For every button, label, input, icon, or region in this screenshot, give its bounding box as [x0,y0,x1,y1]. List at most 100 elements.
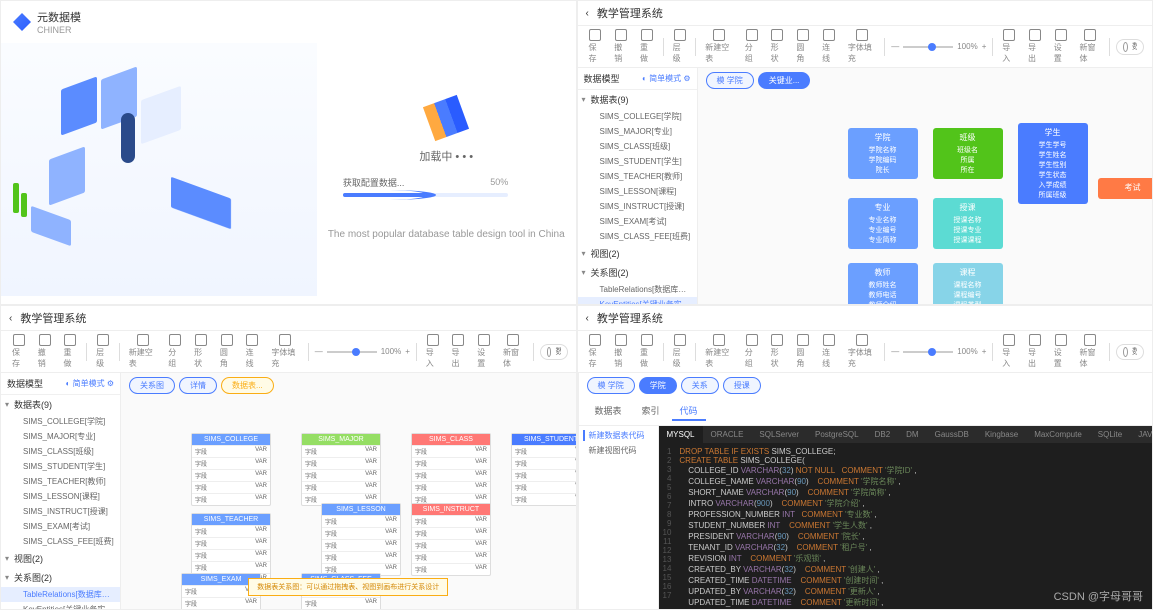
tree-item[interactable]: SIMS_STUDENT[学生] [578,154,697,169]
db-tab-DB2[interactable]: DB2 [867,426,899,443]
table-card[interactable]: SIMS_COLLEGE字段VAR字段VAR字段VAR字段VAR字段VAR [191,433,271,506]
tool-导出[interactable]: 导出 [1025,29,1045,64]
tab-table[interactable]: 数据表 [587,402,630,421]
tree-item[interactable]: KeyEntities[关键业务实体] [1,602,120,610]
tool-层级[interactable]: 层级 [93,334,113,369]
tool-连线[interactable]: 连线 [819,334,839,369]
chip-college[interactable]: 模 学院 [706,72,754,89]
tool-导入[interactable]: 导入 [999,29,1019,64]
tool-分组[interactable]: 分组 [742,29,762,64]
table-card[interactable]: SIMS_INSTRUCT字段VAR字段VAR字段VAR字段VAR字段VAR [411,503,491,576]
tree-item[interactable]: TableRelations[数据库关系图] [1,587,120,602]
tool-重做[interactable]: 重做 [61,334,81,369]
zoom-slider[interactable]: — 100% + [891,347,986,356]
tool-连线[interactable]: 连线 [243,334,263,369]
tree-item[interactable]: SIMS_LESSON[课程] [1,489,120,504]
tool-新建空表[interactable]: 新建空表 [126,334,160,369]
search-input[interactable] [1116,39,1144,55]
db-tab-MaxCompute[interactable]: MaxCompute [1026,426,1090,443]
group-views[interactable]: 视图(2) [578,244,697,263]
tool-导入[interactable]: 导入 [423,334,443,369]
node-课程[interactable]: 课程课程名称课程编号课程类型学分 [933,263,1003,305]
tool-圆角[interactable]: 圆角 [793,29,813,64]
zoom-slider[interactable]: — 100% + [891,42,986,51]
tool-形状[interactable]: 形状 [191,334,211,369]
tool-导出[interactable]: 导出 [449,334,469,369]
tree-item[interactable]: SIMS_COLLEGE[学院] [578,109,697,124]
tool-字体填充[interactable]: 字体填充 [845,334,879,369]
tool-保存[interactable]: 保存 [586,29,606,64]
tool-导入[interactable]: 导入 [999,334,1019,369]
tool-新窗体[interactable]: 新窗体 [1077,334,1104,369]
tree-item[interactable]: SIMS_MAJOR[专业] [578,124,697,139]
tool-层级[interactable]: 层级 [670,334,690,369]
tool-撤销[interactable]: 撤销 [611,29,631,64]
tool-重做[interactable]: 重做 [637,29,657,64]
tree-item[interactable]: SIMS_EXAM[考试] [578,214,697,229]
tool-圆角[interactable]: 圆角 [217,334,237,369]
db-tab-MYSQL[interactable]: MYSQL [659,426,703,443]
tool-撤销[interactable]: 撤销 [611,334,631,369]
tool-新建空表[interactable]: 新建空表 [702,29,736,64]
tool-层级[interactable]: 层级 [670,29,690,64]
node-班级[interactable]: 班级班级名所属所在 [933,128,1003,179]
tool-圆角[interactable]: 圆角 [793,334,813,369]
group-tables[interactable]: 数据表(9) [578,90,697,109]
tree-item[interactable]: SIMS_MAJOR[专业] [1,429,120,444]
canvas[interactable]: 模 学院 关键业... 学院学院名称学院编码院长班级班级名所属所在学生学生学号学… [698,68,1153,305]
search-input[interactable] [1116,344,1144,360]
db-tab-GaussDB[interactable]: GaussDB [927,426,977,443]
node-专业[interactable]: 专业专业名称专业编号专业简称 [848,198,918,249]
tree-item[interactable]: SIMS_STUDENT[学生] [1,459,120,474]
node-授课[interactable]: 授课授课名称授课专业授课课程 [933,198,1003,249]
canvas[interactable]: 关系图 详情 数据表... SIMS_COLLEGE字段VAR字段VAR字段VA… [121,373,576,610]
db-tab-SQLServer[interactable]: SQLServer [751,426,807,443]
tool-字体填充[interactable]: 字体填充 [845,29,879,64]
tool-新窗体[interactable]: 新窗体 [1077,29,1104,64]
node-学生[interactable]: 学生学生学号学生姓名学生性别学生状态入学成绩所属班级 [1018,123,1088,204]
db-tab-PostgreSQL[interactable]: PostgreSQL [807,426,867,443]
tree-item[interactable]: SIMS_CLASS[班级] [578,139,697,154]
tool-新建空表[interactable]: 新建空表 [702,334,736,369]
db-tab-ORACLE[interactable]: ORACLE [703,426,752,443]
tool-导出[interactable]: 导出 [1025,334,1045,369]
db-tab-Kingbase[interactable]: Kingbase [977,426,1026,443]
tool-保存[interactable]: 保存 [9,334,29,369]
search-input[interactable] [540,344,568,360]
tool-形状[interactable]: 形状 [768,29,788,64]
tree-item[interactable]: SIMS_CLASS_FEE[班费] [1,534,120,549]
node-教师[interactable]: 教师教师姓名教师电话教师介绍教师职称 [848,263,918,305]
tree-item[interactable]: SIMS_CLASS_FEE[班费] [578,229,697,244]
tab-code[interactable]: 代码 [672,402,706,421]
tool-形状[interactable]: 形状 [768,334,788,369]
tree-item[interactable]: SIMS_TEACHER[教师] [1,474,120,489]
tool-设置[interactable]: 设置 [1051,334,1071,369]
node-学院[interactable]: 学院学院名称学院编码院长 [848,128,918,179]
db-tab-JAVA[interactable]: JAVA [1130,426,1153,443]
tree-item[interactable]: SIMS_LESSON[课程] [578,184,697,199]
tree-item[interactable]: SIMS_EXAM[考试] [1,519,120,534]
tool-保存[interactable]: 保存 [586,334,606,369]
tree-item[interactable]: TableRelations[数据库关系图] [578,282,697,297]
node-考试[interactable]: 考试 [1098,178,1153,199]
tree-item[interactable]: SIMS_CLASS[班级] [1,444,120,459]
chevron-left-icon[interactable]: ‹ [586,8,589,19]
tool-分组[interactable]: 分组 [165,334,185,369]
tool-撤销[interactable]: 撤销 [35,334,55,369]
group-relations[interactable]: 关系图(2) [578,263,697,282]
tree-item[interactable]: KeyEntities[关键业务实体] [578,297,697,305]
code-editor[interactable]: 1234567891011121314151617 DROP TABLE IF … [659,443,1153,610]
mode-toggle[interactable]: ◐ 简单模式 ⚙ [642,73,690,84]
table-card[interactable]: SIMS_LESSON字段VAR字段VAR字段VAR字段VAR字段VAR [321,503,401,576]
table-card[interactable]: SIMS_MAJOR字段VAR字段VAR字段VAR字段VAR字段VAR [301,433,381,506]
chip-key-entities[interactable]: 关键业... [758,72,811,89]
tab-index[interactable]: 索引 [634,402,668,421]
tree-item[interactable]: SIMS_COLLEGE[学院] [1,414,120,429]
tool-分组[interactable]: 分组 [742,334,762,369]
db-tab-SQLite[interactable]: SQLite [1090,426,1130,443]
tool-设置[interactable]: 设置 [1051,29,1071,64]
tree-item[interactable]: SIMS_INSTRUCT[授课] [578,199,697,214]
tool-设置[interactable]: 设置 [474,334,494,369]
tool-连线[interactable]: 连线 [819,29,839,64]
tool-新窗体[interactable]: 新窗体 [500,334,527,369]
